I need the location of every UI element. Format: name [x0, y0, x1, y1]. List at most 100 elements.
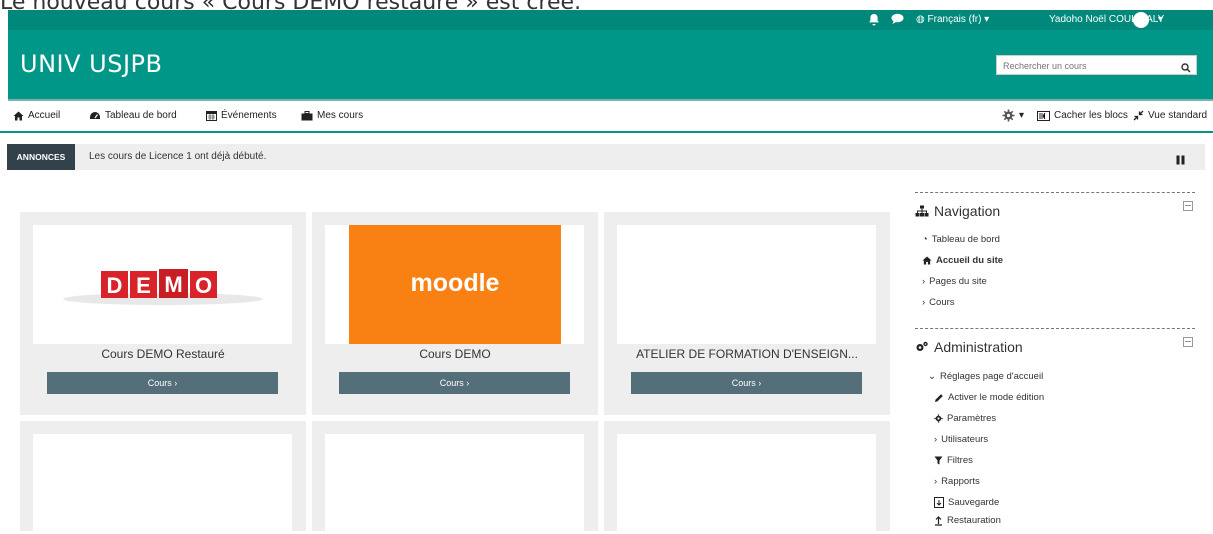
nav-block-dashboard[interactable]: ◔ Tableau de bord — [922, 234, 1000, 245]
dashboard-icon: ◔ — [922, 234, 928, 245]
course-card — [604, 421, 890, 534]
admin-restore[interactable]: Restauration — [934, 515, 1001, 526]
nav-my-courses-label: Mes cours — [317, 110, 364, 121]
primary-navbar: Accueil Tableau de bord Événements Mes c… — [0, 101, 1213, 133]
collapse-icon[interactable] — [1183, 201, 1193, 211]
administration-block-title: Administration — [934, 339, 1023, 355]
navigation-block: Navigation — [915, 192, 1195, 223]
nav-dashboard[interactable]: Tableau de bord — [89, 110, 177, 121]
admin-edit-mode[interactable]: Activer le mode édition — [934, 392, 1044, 403]
nav-block-site-home[interactable]: Accueil du site — [922, 255, 1003, 266]
course-card: moodle Cours DEMO Cours › — [312, 212, 598, 415]
announcement-bar: ANNONCES Les cours de Licence 1 ont déjà… — [7, 144, 1205, 170]
nav-block-site-pages-label: Pages du site — [929, 276, 987, 287]
home-icon — [922, 256, 932, 265]
admin-reports-label: Rapports — [941, 476, 980, 487]
chevron-down-icon[interactable]: ▾ — [1158, 14, 1163, 25]
briefcase-icon — [301, 110, 313, 120]
admin-filters-label: Filtres — [947, 455, 973, 466]
course-image[interactable]: moodle — [325, 225, 584, 344]
chevron-right-icon: › — [934, 434, 938, 445]
pause-icon[interactable] — [1176, 152, 1186, 165]
gear-icon — [1002, 109, 1015, 122]
gear-icon — [934, 414, 943, 423]
admin-restore-label: Restauration — [947, 515, 1001, 526]
admin-edit-mode-label: Activer le mode édition — [948, 392, 1045, 403]
demo-image: D E M O — [63, 269, 263, 305]
administration-block: Administration — [915, 328, 1195, 359]
cogs-icon — [916, 341, 928, 351]
course-title[interactable]: Cours DEMO — [312, 347, 598, 361]
chevron-down-icon: ▾ — [1019, 110, 1025, 121]
admin-frontpage-settings-label: Réglages page d'accueil — [939, 371, 1044, 382]
hide-blocks-button[interactable]: Cacher les blocs — [1037, 110, 1128, 121]
admin-backup[interactable]: Sauvegarde — [934, 497, 999, 508]
nav-dashboard-label: Tableau de bord — [105, 110, 177, 121]
home-icon — [13, 111, 24, 120]
collapse-icon[interactable] — [1183, 337, 1193, 347]
search-input[interactable] — [1003, 58, 1173, 74]
admin-backup-label: Sauvegarde — [948, 497, 1000, 508]
course-card — [312, 421, 598, 534]
course-title[interactable]: ATELIER DE FORMATION D'ENSEIGN... — [604, 347, 890, 361]
filter-icon — [934, 456, 943, 465]
search-icon[interactable] — [1181, 60, 1191, 73]
top-utility-bar: ◍ Français (fr) ▾ Yadoho Noël COULIBALY … — [8, 10, 1213, 30]
chat-icon[interactable] — [891, 13, 905, 27]
pencil-icon — [935, 393, 943, 402]
course-search — [996, 55, 1197, 75]
standard-view-button[interactable]: Vue standard — [1133, 110, 1207, 121]
nav-home[interactable]: Accueil — [13, 110, 60, 121]
hide-blocks-label: Cacher les blocs — [1054, 110, 1128, 121]
nav-events-label: Événements — [221, 110, 277, 121]
admin-reports[interactable]: › Rapports — [934, 476, 980, 487]
course-card: ATELIER DE FORMATION D'ENSEIGN... Cours … — [604, 212, 890, 415]
admin-filters[interactable]: Filtres — [934, 455, 973, 466]
avatar[interactable] — [1133, 12, 1149, 28]
chevron-right-icon: › — [934, 476, 938, 487]
course-image[interactable] — [325, 434, 584, 534]
settings-menu[interactable]: ▾ — [1002, 109, 1024, 122]
sitemap-icon — [915, 205, 929, 217]
compress-icon — [1133, 110, 1144, 121]
nav-block-dashboard-label: Tableau de bord — [931, 234, 1000, 245]
admin-users[interactable]: › Utilisateurs — [934, 434, 988, 445]
course-card: D E M O Cours DEMO Restauré Cours › — [20, 212, 306, 415]
svg-text:O: O — [195, 273, 212, 298]
course-title[interactable]: Cours DEMO Restauré — [20, 347, 306, 361]
standard-view-label: Vue standard — [1148, 110, 1208, 121]
upload-icon — [935, 515, 942, 526]
course-image[interactable]: D E M O — [33, 225, 292, 344]
moodle-logo-image: moodle — [349, 225, 561, 344]
nav-events[interactable]: Événements — [206, 110, 277, 121]
globe-icon: ◍ — [916, 14, 925, 25]
admin-frontpage-settings[interactable]: ⌄ Réglages page d'accueil — [928, 371, 1043, 382]
admin-users-label: Utilisateurs — [941, 434, 989, 445]
nav-home-label: Accueil — [28, 110, 61, 121]
course-card — [20, 421, 306, 534]
hide-blocks-icon — [1037, 110, 1050, 121]
course-button[interactable]: Cours › — [339, 372, 570, 394]
navigation-block-title: Navigation — [934, 203, 1001, 219]
course-button[interactable]: Cours › — [47, 372, 278, 394]
course-image[interactable] — [33, 434, 292, 534]
language-label: Français (fr) ▾ — [927, 14, 990, 25]
bell-icon[interactable] — [868, 13, 882, 27]
svg-text:E: E — [136, 273, 151, 298]
dashboard-icon — [90, 111, 100, 119]
admin-parameters-label: Paramètres — [947, 413, 997, 424]
svg-text:D: D — [107, 273, 123, 298]
admin-parameters[interactable]: Paramètres — [934, 413, 996, 424]
announcement-message[interactable]: Les cours de Licence 1 ont déjà débuté. — [89, 151, 266, 162]
course-image[interactable] — [617, 434, 876, 534]
site-brand[interactable]: UNIV USJPB — [20, 50, 162, 78]
chevron-right-icon: › — [922, 276, 926, 287]
backup-icon — [934, 497, 944, 508]
course-image[interactable] — [617, 225, 876, 344]
nav-block-site-pages[interactable]: › Pages du site — [922, 276, 987, 287]
course-button[interactable]: Cours › — [631, 372, 862, 394]
language-menu[interactable]: ◍ Français (fr) ▾ — [916, 14, 989, 25]
nav-my-courses[interactable]: Mes cours — [301, 110, 363, 121]
nav-block-courses[interactable]: › Cours — [922, 297, 955, 308]
site-header: UNIV USJPB — [8, 30, 1213, 101]
